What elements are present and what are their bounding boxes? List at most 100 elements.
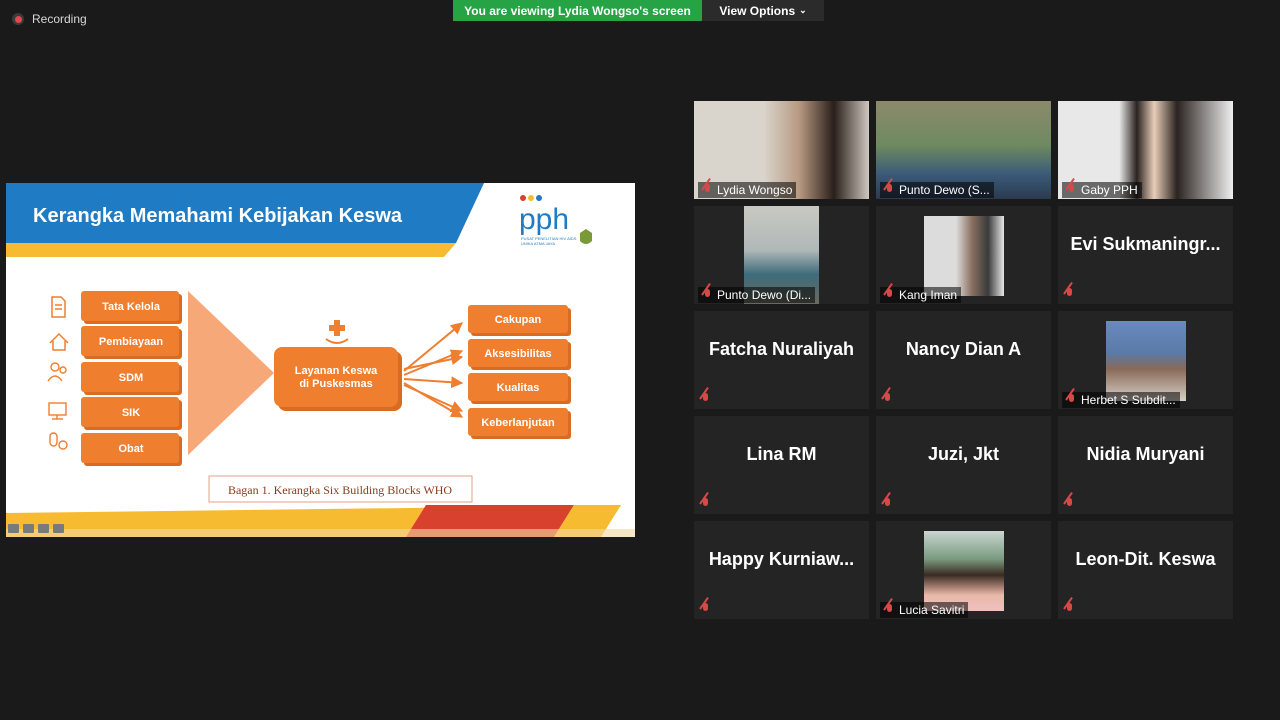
right-block-label: Aksesibilitas: [484, 348, 551, 360]
participant-name-label: Kang Iman: [880, 287, 962, 303]
people-icon: [47, 362, 67, 382]
left-block-label: Obat: [118, 443, 143, 455]
participant-name: Punto Dewo (S...: [899, 183, 990, 197]
participant-tile[interactable]: Lydia Wongso: [694, 101, 869, 199]
participant-name: Lina RM: [746, 443, 817, 464]
participant-name: Happy Kurniaw...: [708, 548, 855, 569]
left-block: Pembiayaan: [81, 326, 182, 359]
participant-tile[interactable]: Herbet S Subdit...: [1058, 311, 1233, 409]
record-icon: [12, 13, 24, 25]
muted-mic-icon: [1066, 184, 1077, 196]
participant-name: Nidia Muryani: [1086, 443, 1205, 464]
monitor-icon: [48, 402, 67, 420]
participant-name-label: Punto Dewo (S...: [880, 182, 994, 198]
right-block-label: Kualitas: [497, 382, 540, 394]
recording-indicator[interactable]: Recording: [12, 12, 87, 26]
right-block: Cakupan: [468, 305, 571, 336]
participant-name-label: Punto Dewo (Di...: [698, 287, 816, 303]
muted-mic-icon: [882, 498, 893, 510]
slide-caption: Bagan 1. Kerangka Six Building Blocks WH…: [228, 483, 452, 497]
shared-screen-slide: Kerangka Memahami Kebijakan Keswa pph PU…: [6, 183, 635, 537]
participant-tile[interactable]: Nancy Dian A: [876, 311, 1051, 409]
chevron-down-icon: ⌄: [799, 5, 807, 15]
participant-video: [1106, 321, 1186, 401]
home-icon: [49, 332, 69, 351]
funnel-arrow: [188, 291, 274, 455]
participant-name: Leon-Dit. Keswa: [1075, 548, 1216, 569]
viewing-screen-banner: You are viewing Lydia Wongso's screen: [453, 0, 702, 21]
right-block: Kualitas: [468, 373, 571, 404]
muted-mic-icon: [700, 603, 711, 615]
participant-tile[interactable]: Leon-Dit. Keswa: [1058, 521, 1233, 619]
participant-tile[interactable]: Fatcha Nuraliyah: [694, 311, 869, 409]
muted-mic-icon: [884, 604, 895, 616]
left-block: Obat: [81, 433, 182, 466]
participant-tile[interactable]: Gaby PPH: [1058, 101, 1233, 199]
participant-video: [924, 531, 1004, 611]
participant-name: Fatcha Nuraliyah: [708, 338, 855, 359]
participant-name: Lucia Savitri: [899, 603, 965, 617]
muted-mic-icon: [700, 393, 711, 405]
muted-mic-icon: [882, 393, 893, 405]
center-label-2: di Puskesmas: [299, 378, 372, 390]
pen-icon[interactable]: [23, 524, 34, 533]
right-block-label: Keberlanjutan: [481, 417, 555, 429]
participant-tile[interactable]: Punto Dewo (S...: [876, 101, 1051, 199]
left-block-label: SDM: [119, 372, 143, 384]
participant-tile[interactable]: Juzi, Jkt: [876, 416, 1051, 514]
logo-text: pph: [519, 203, 569, 236]
left-block: SDM: [81, 362, 182, 395]
participant-tile[interactable]: Nidia Muryani: [1058, 416, 1233, 514]
right-block: Aksesibilitas: [468, 339, 571, 370]
participant-tile[interactable]: Lucia Savitri: [876, 521, 1051, 619]
slide-navigation[interactable]: [8, 524, 64, 533]
pph-logo: pph PUSAT PENELITIAN HIV AIDS UNIKA ATMA…: [519, 195, 592, 246]
left-block-label: Pembiayaan: [99, 336, 163, 348]
left-block: SIK: [81, 397, 182, 430]
recording-label: Recording: [32, 12, 87, 26]
participant-tile[interactable]: Lina RM: [694, 416, 869, 514]
menu-icon[interactable]: [38, 524, 49, 533]
logo-subtext-2: UNIKA ATMA JAYA: [521, 241, 555, 246]
view-options-button[interactable]: View Options ⌄: [702, 0, 824, 21]
center-block: Layanan Keswa di Puskesmas: [274, 347, 402, 411]
right-block-label: Cakupan: [495, 314, 542, 326]
participant-name: Kang Iman: [899, 288, 958, 302]
participant-name: Juzi, Jkt: [927, 443, 1000, 464]
slide-title: Kerangka Memahami Kebijakan Keswa: [33, 205, 403, 227]
muted-mic-icon: [1064, 498, 1075, 510]
outcome-arrows: [403, 322, 464, 418]
participant-name: Nancy Dian A: [905, 338, 1022, 359]
left-block-label: Tata Kelola: [102, 301, 161, 313]
participant-name: Herbet S Subdit...: [1081, 393, 1176, 407]
participant-name-label: Herbet S Subdit...: [1062, 392, 1180, 408]
prev-slide-icon[interactable]: [8, 524, 19, 533]
muted-mic-icon: [884, 184, 895, 196]
muted-mic-icon: [1066, 394, 1077, 406]
participant-name-label: Lydia Wongso: [698, 182, 797, 198]
right-block: Keberlanjutan: [468, 408, 571, 439]
medical-cross-icon: [325, 320, 349, 344]
pills-icon: [49, 432, 68, 450]
document-icon: [51, 296, 66, 318]
title-underline: [6, 243, 456, 257]
participant-tile[interactable]: Evi Sukmaningr...: [1058, 206, 1233, 304]
view-options-label: View Options: [719, 3, 796, 18]
participant-video: [924, 216, 1004, 296]
participant-tile[interactable]: Kang Iman: [876, 206, 1051, 304]
center-label-1: Layanan Keswa: [295, 365, 378, 377]
muted-mic-icon: [1064, 603, 1075, 615]
participant-name: Punto Dewo (Di...: [717, 288, 812, 302]
muted-mic-icon: [1064, 288, 1075, 300]
muted-mic-icon: [702, 289, 713, 301]
muted-mic-icon: [884, 289, 895, 301]
participant-name: Gaby PPH: [1081, 183, 1138, 197]
participant-tile[interactable]: Happy Kurniaw...: [694, 521, 869, 619]
next-slide-icon[interactable]: [53, 524, 64, 533]
participant-name: Evi Sukmaningr...: [1070, 233, 1221, 254]
participant-name-label: Gaby PPH: [1062, 182, 1142, 198]
left-block-label: SIK: [122, 407, 140, 419]
participant-tile[interactable]: Punto Dewo (Di...: [694, 206, 869, 304]
muted-mic-icon: [700, 498, 711, 510]
left-block: Tata Kelola: [81, 291, 182, 324]
